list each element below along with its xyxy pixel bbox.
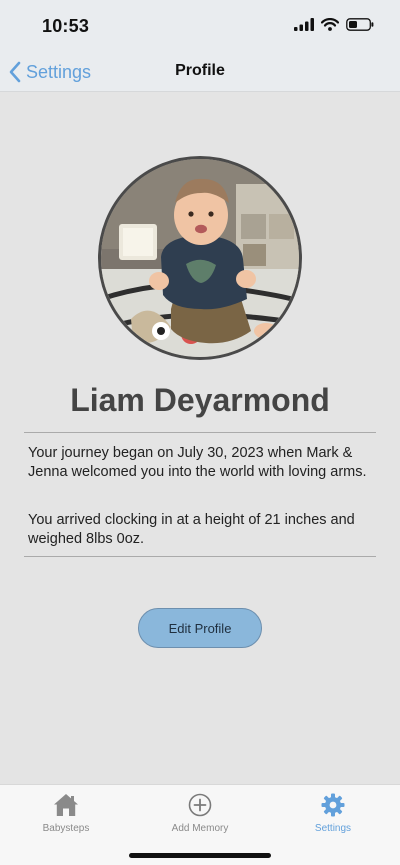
profile-name: Liam Deyarmond <box>70 382 330 418</box>
plus-circle-icon <box>188 793 212 817</box>
wifi-icon <box>321 18 339 31</box>
status-bar: 10:53 <box>0 0 400 52</box>
bio-paragraph-2: You arrived clocking in at a height of 2… <box>28 512 355 547</box>
tab-settings[interactable]: Settings <box>283 793 383 834</box>
tab-add-memory-label: Add Memory <box>171 823 229 834</box>
home-indicator <box>129 853 271 858</box>
status-time: 10:53 <box>42 16 90 36</box>
tab-bar: Babysteps Add Memory Settings <box>0 784 400 865</box>
status-icons <box>294 18 374 31</box>
bio-paragraph-1: Your journey began on July 30, 2023 when… <box>28 445 367 480</box>
battery-icon <box>346 18 374 31</box>
divider-top <box>24 432 376 433</box>
avatar-photo <box>101 159 299 357</box>
signal-icon <box>294 18 314 31</box>
home-icon <box>54 794 78 816</box>
gear-icon <box>321 793 345 817</box>
nav-bar: Settings Profile <box>0 52 400 92</box>
profile-avatar <box>98 156 302 360</box>
edit-profile-button[interactable]: Edit Profile <box>138 608 262 648</box>
tab-babysteps-label: Babysteps <box>42 823 90 834</box>
tab-babysteps[interactable]: Babysteps <box>16 793 116 834</box>
divider-bottom <box>24 556 376 557</box>
page-title: Profile <box>175 62 225 79</box>
tab-settings-label: Settings <box>314 823 352 834</box>
tab-add-memory[interactable]: Add Memory <box>150 793 250 834</box>
